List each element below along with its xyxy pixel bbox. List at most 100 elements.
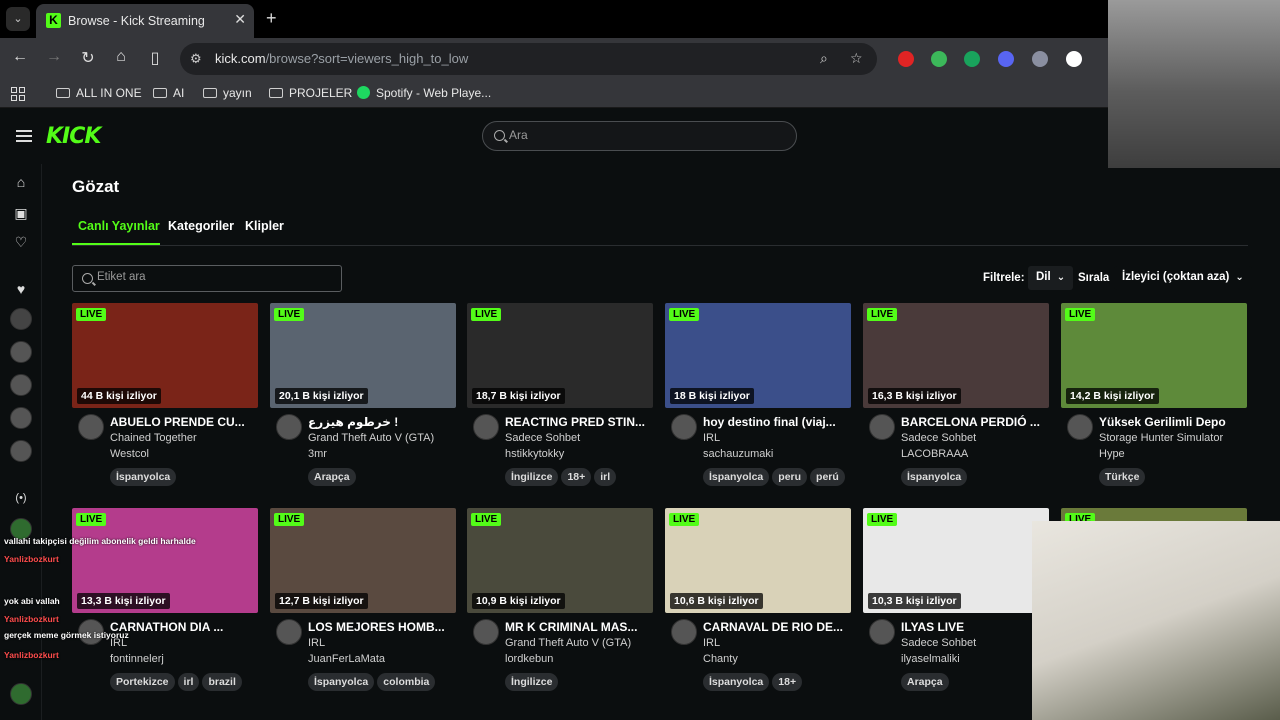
- stream-tag[interactable]: İspanyolca: [703, 468, 770, 486]
- channel-name[interactable]: JuanFerLaMata: [308, 653, 385, 665]
- stream-tag[interactable]: İngilizce: [505, 673, 559, 691]
- channel-avatar[interactable]: [473, 619, 499, 645]
- search-input[interactable]: [509, 128, 779, 142]
- back-arrow-icon[interactable]: ←: [9, 48, 31, 66]
- stream-tag[interactable]: irl: [594, 468, 617, 486]
- channel-name[interactable]: Westcol: [110, 448, 149, 460]
- followed-channel-avatar[interactable]: [10, 440, 32, 462]
- stream-thumbnail[interactable]: LIVE 10,6 B kişi izliyor: [665, 508, 851, 613]
- channel-avatar[interactable]: [671, 619, 697, 645]
- stream-tag[interactable]: 18+: [561, 468, 592, 486]
- stream-title[interactable]: خرطوم هيزرع !: [308, 415, 454, 429]
- stream-card[interactable]: LIVE 12,7 B kişi izliyor LOS MEJORES HOMB.…: [270, 508, 456, 708]
- tag-search-input[interactable]: [97, 271, 327, 283]
- stream-tag[interactable]: brazil: [202, 673, 242, 691]
- channel-name[interactable]: ilyaselmaliki: [901, 653, 960, 665]
- stream-category[interactable]: IRL: [308, 637, 454, 649]
- stream-category[interactable]: Sadece Sohbet: [901, 637, 1047, 649]
- stream-category[interactable]: Sadece Sohbet: [901, 432, 1047, 444]
- recommended-channel-avatar[interactable]: [10, 683, 32, 705]
- channel-avatar[interactable]: [869, 619, 895, 645]
- extension-red-icon[interactable]: [898, 51, 914, 67]
- stream-category[interactable]: Chained Together: [110, 432, 256, 444]
- stream-card[interactable]: LIVE 10,3 B kişi izliyor ILYAS LIVE Sadece …: [863, 508, 1049, 708]
- apps-grid-icon[interactable]: [11, 87, 25, 101]
- reload-icon[interactable]: ↻: [77, 48, 99, 68]
- stream-tag[interactable]: İngilizce: [505, 468, 559, 486]
- stream-card[interactable]: LIVE 20,1 B kişi izliyor خرطوم هيزرع ! Gran…: [270, 303, 456, 503]
- followed-channel-avatar[interactable]: [10, 341, 32, 363]
- stream-card[interactable]: LIVE 10,6 B kişi izliyor CARNAVAL DE RIO D…: [665, 508, 851, 708]
- home-icon[interactable]: ⌂: [13, 174, 29, 190]
- channel-avatar[interactable]: [1067, 414, 1093, 440]
- channel-avatar[interactable]: [869, 414, 895, 440]
- followed-channel-avatar[interactable]: [10, 407, 32, 429]
- stream-tag[interactable]: peru: [772, 468, 808, 486]
- bookmark-folder-yayin[interactable]: yayın: [203, 86, 252, 100]
- address-bar[interactable]: ⚙ kick.com/browse?sort=viewers_high_to_l…: [180, 43, 877, 75]
- stream-thumbnail[interactable]: LIVE 12,7 B kişi izliyor: [270, 508, 456, 613]
- stream-card[interactable]: LIVE 44 B kişi izliyor ABUELO PRENDE CU...…: [72, 303, 258, 503]
- stream-card[interactable]: LIVE 10,9 B kişi izliyor MR K CRIMINAL MAS…: [467, 508, 653, 708]
- menu-hamburger-icon[interactable]: [16, 130, 32, 145]
- channel-name[interactable]: Chanty: [703, 653, 738, 665]
- channel-avatar[interactable]: [78, 414, 104, 440]
- stream-thumbnail[interactable]: LIVE 13,3 B kişi izliyor: [72, 508, 258, 613]
- stream-title[interactable]: CARNAVAL DE RIO DE...: [703, 620, 849, 634]
- stream-thumbnail[interactable]: LIVE 18 B kişi izliyor: [665, 303, 851, 408]
- channel-name[interactable]: 3mr: [308, 448, 327, 460]
- channel-name[interactable]: fontinnelerj: [110, 653, 164, 665]
- new-tab-plus-icon[interactable]: +: [266, 8, 277, 29]
- discord-icon[interactable]: [998, 51, 1014, 67]
- stream-category[interactable]: IRL: [703, 637, 849, 649]
- stream-title[interactable]: Yüksek Gerilimli Depo: [1099, 415, 1245, 429]
- stream-tag[interactable]: colombia: [377, 673, 436, 691]
- followed-channel-avatar[interactable]: [10, 308, 32, 330]
- kick-logo[interactable]: KICK: [46, 124, 101, 149]
- stream-category[interactable]: IRL: [703, 432, 849, 444]
- stream-card[interactable]: LIVE 18 B kişi izliyor hoy destino final (…: [665, 303, 851, 503]
- stream-thumbnail[interactable]: LIVE 10,3 B kişi izliyor: [863, 508, 1049, 613]
- stream-tag[interactable]: İspanyolca: [308, 673, 375, 691]
- stream-tag[interactable]: İspanyolca: [110, 468, 177, 486]
- stream-category[interactable]: IRL: [110, 637, 256, 649]
- channel-name[interactable]: lordkebun: [505, 653, 553, 665]
- bookmark-folder-all-in-one[interactable]: ALL IN ONE: [56, 86, 142, 100]
- stream-tag[interactable]: perú: [810, 468, 845, 486]
- stream-title[interactable]: ABUELO PRENDE CU...: [110, 415, 256, 429]
- bookmark-star-icon[interactable]: ☆: [850, 50, 863, 67]
- stream-card[interactable]: LIVE 16,3 B kişi izliyor BARCELONA PERDIÓ …: [863, 303, 1049, 503]
- tab-categories[interactable]: Kategoriler: [168, 219, 234, 233]
- stream-tag[interactable]: Arapça: [308, 468, 356, 486]
- stream-thumbnail[interactable]: LIVE 16,3 B kişi izliyor: [863, 303, 1049, 408]
- stream-category[interactable]: Sadece Sohbet: [505, 432, 651, 444]
- following-heart-icon[interactable]: ♡: [13, 234, 29, 251]
- tab-search-chevron-icon[interactable]: ⌄: [6, 7, 30, 31]
- language-filter-dropdown[interactable]: Dil ⌄: [1028, 266, 1074, 290]
- stream-category[interactable]: Grand Theft Auto V (GTA): [505, 637, 651, 649]
- stream-tag[interactable]: İspanyolca: [703, 673, 770, 691]
- site-info-icon[interactable]: ⚙: [190, 51, 202, 67]
- stream-category[interactable]: Storage Hunter Simulator: [1099, 432, 1245, 444]
- channel-name[interactable]: Hype: [1099, 448, 1125, 460]
- stream-tag[interactable]: 18+: [772, 673, 803, 691]
- stream-thumbnail[interactable]: LIVE 44 B kişi izliyor: [72, 303, 258, 408]
- channel-name[interactable]: LACOBRAAA: [901, 448, 968, 460]
- diamond-extension-icon[interactable]: [1066, 51, 1082, 67]
- stream-title[interactable]: ILYAS LIVE: [901, 620, 1047, 634]
- stream-tag[interactable]: Türkçe: [1099, 468, 1146, 486]
- browser-tab[interactable]: K Browse - Kick Streaming ✕: [36, 4, 254, 38]
- stream-thumbnail[interactable]: LIVE 18,7 B kişi izliyor: [467, 303, 653, 408]
- stream-title[interactable]: REACTING PRED STIN...: [505, 415, 651, 429]
- bookmark-spotify[interactable]: Spotify - Web Playe...: [357, 86, 491, 100]
- stream-thumbnail[interactable]: LIVE 14,2 B kişi izliyor: [1061, 303, 1247, 408]
- channel-avatar[interactable]: [473, 414, 499, 440]
- grammarly-icon[interactable]: [964, 51, 980, 67]
- tab-clips[interactable]: Klipler: [245, 219, 284, 233]
- stream-title[interactable]: LOS MEJORES HOMB...: [308, 620, 454, 634]
- zoom-icon[interactable]: ⌕: [820, 50, 828, 67]
- browse-icon[interactable]: ▣: [13, 205, 29, 222]
- stream-title[interactable]: MR K CRIMINAL MAS...: [505, 620, 651, 634]
- stream-card[interactable]: LIVE 18,7 B kişi izliyor REACTING PRED STI…: [467, 303, 653, 503]
- stream-category[interactable]: Grand Theft Auto V (GTA): [308, 432, 454, 444]
